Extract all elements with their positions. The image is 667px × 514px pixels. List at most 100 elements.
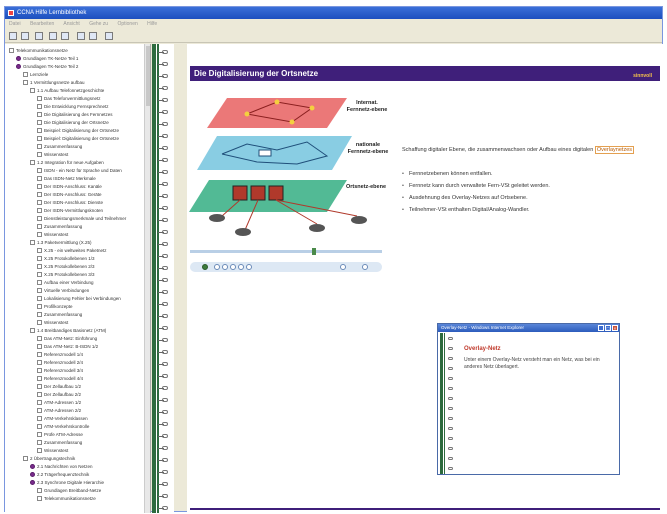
step-button[interactable] xyxy=(246,264,252,270)
tree-item[interactable]: Aufbau einer Verbindung xyxy=(5,279,145,287)
menu-view[interactable]: Ansicht xyxy=(63,21,79,27)
menu-edit[interactable]: Bearbeiten xyxy=(30,21,54,27)
search-icon[interactable] xyxy=(35,32,43,40)
tree-item[interactable]: Die Digitalisierung des Fernnetzes xyxy=(5,111,145,119)
close-icon[interactable]: × xyxy=(612,325,618,331)
tree-item[interactable]: 1 Vermittlungsnetze aufbau xyxy=(5,79,145,87)
tree-item[interactable]: Zusammenfassung xyxy=(5,311,145,319)
tree-item[interactable]: Grundlagen TK-Netze Teil 1 xyxy=(5,55,145,63)
tree-item[interactable]: X.25 Protokollebenen 1/3 xyxy=(5,255,145,263)
tree-item[interactable]: Dienstleistungsmerkmale und Teilnehmer xyxy=(5,215,145,223)
tree-item[interactable]: Das Telefonvermittlungsnetz xyxy=(5,95,145,103)
step-button[interactable] xyxy=(238,264,244,270)
popup-body-text: Unter einem Overlay-Netz versteht man ei… xyxy=(464,357,600,370)
tree-item[interactable]: 1.3 Paketvermittlung (X.25) xyxy=(5,239,145,247)
tree-item-label: Der ISDN-Anschluss: Kanäle xyxy=(44,184,102,189)
tree-item[interactable]: Das ATM-Netz: Einführung xyxy=(5,335,145,343)
tree-item[interactable]: Prüfe ATM-Adresse xyxy=(5,431,145,439)
tree-item[interactable]: Wissenstest xyxy=(5,231,145,239)
tree-item-label: 1.1 Aufbau Telefonnetzgeschichte xyxy=(37,88,105,93)
tree-item[interactable]: Beispiel: Digitalisierung der Ortsnetze xyxy=(5,127,145,135)
tree-item[interactable]: Wissenstest xyxy=(5,319,145,327)
tree-item[interactable]: Das ISDN-Netz Merkmale xyxy=(5,175,145,183)
binder-ring xyxy=(158,374,168,378)
tree-item[interactable]: Wissenstest xyxy=(5,447,145,455)
tree-item[interactable]: Zusammenfassung xyxy=(5,143,145,151)
up-icon[interactable] xyxy=(49,32,57,40)
tree-item[interactable]: Die Entwicklung Fernsprechnetz xyxy=(5,103,145,111)
fullscreen-button[interactable] xyxy=(362,264,368,270)
scrollbar-thumb[interactable] xyxy=(146,46,150,106)
tree-item[interactable]: Telekommunikationsnetze xyxy=(5,495,145,503)
menu-file[interactable]: Datei xyxy=(9,21,21,27)
tree-item[interactable]: 1.2 Integration für neue Aufgaben xyxy=(5,159,145,167)
tree-item[interactable]: X.25 - ein weltweites Paketnetz xyxy=(5,247,145,255)
tree-item[interactable]: 1.4 Breitbandiges Basisnetz (ATM) xyxy=(5,327,145,335)
tree-item-label: Telekommunikationsnetze xyxy=(44,496,96,501)
print-icon[interactable] xyxy=(9,32,17,40)
tree-item[interactable]: Wissenstest xyxy=(5,151,145,159)
tree-item-label: Der Zellaufbau 1/2 xyxy=(44,384,82,389)
play-button[interactable] xyxy=(202,264,208,270)
down-icon[interactable] xyxy=(61,32,69,40)
tree-item-label: X.25 Protokollebenen 2/3 xyxy=(44,264,95,269)
tree-item[interactable]: Der ISDN-Anschluss: Dienste xyxy=(5,199,145,207)
tree-item[interactable]: Der ISDN-Vermittlungsknoten xyxy=(5,207,145,215)
binder-ring xyxy=(158,218,168,222)
tree-item-label: Aufbau einer Verbindung xyxy=(44,280,94,285)
step-button[interactable] xyxy=(230,264,236,270)
menu-goto[interactable]: Gehe zu xyxy=(89,21,108,27)
tree-item[interactable]: Der Zellaufbau 2/2 xyxy=(5,391,145,399)
tree-item[interactable]: X.25 Protokollebenen 2/3 xyxy=(5,263,145,271)
menu-help[interactable]: Hilfe xyxy=(147,21,157,27)
tree-item[interactable]: 2 Übertragungstechnik xyxy=(5,455,145,463)
tree-item[interactable]: Zusammenfassung xyxy=(5,439,145,447)
menu-options[interactable]: Optionen xyxy=(117,21,137,27)
tree-item-label: Der ISDN-Anschluss: Geräte xyxy=(44,192,102,197)
maximize-icon[interactable]: □ xyxy=(605,325,611,331)
step-button[interactable] xyxy=(214,264,220,270)
tree-item[interactable]: Beispiel: Digitalisierung der Ortsnetze xyxy=(5,135,145,143)
tree-item[interactable]: Der ISDN-Anschluss: Geräte xyxy=(5,191,145,199)
tree-item[interactable]: Der ISDN-Anschluss: Kanäle xyxy=(5,183,145,191)
progress-handle[interactable] xyxy=(312,248,317,255)
tree-item[interactable]: ATM-Verkehrsklassen xyxy=(5,415,145,423)
tree-item[interactable]: 2.3 Synchrone Digitale Hierarchie xyxy=(5,479,145,487)
tree-item[interactable]: Telekommunikationsnetze xyxy=(5,47,145,55)
tree-item-label: Wissenstest xyxy=(44,232,69,237)
volume-button[interactable] xyxy=(340,264,346,270)
tree-item[interactable]: Das ATM-Netz: B-ISDN 1/2 xyxy=(5,343,145,351)
page-icon xyxy=(37,248,42,254)
step-button[interactable] xyxy=(222,264,228,270)
tree-item[interactable]: Zusammenfassung xyxy=(5,223,145,231)
forward-icon[interactable] xyxy=(89,32,97,40)
tree-item-label: Referenzmodell 2/4 xyxy=(44,360,84,365)
tree-item[interactable]: Referenzmodell 4/4 xyxy=(5,375,145,383)
tree-item[interactable]: 2.1 Nachrichten von Netzen xyxy=(5,463,145,471)
minimize-icon[interactable]: _ xyxy=(598,325,604,331)
tree-item[interactable]: Grundlagen Breitband-Netze xyxy=(5,487,145,495)
tree-item[interactable]: ATM-Adressen 1/2 xyxy=(5,399,145,407)
tree-item[interactable]: Lokalisierung Fehler bei Verbindungen xyxy=(5,295,145,303)
tree-item[interactable]: Profilkonzepte xyxy=(5,303,145,311)
tree-item[interactable]: 2.2 Trägerfrequenztechnik xyxy=(5,471,145,479)
tree-item[interactable]: Der Zellaufbau 1/2 xyxy=(5,383,145,391)
tree-item[interactable]: X.25 Protokollebenen 3/3 xyxy=(5,271,145,279)
tree-item[interactable]: ATM-Verkehrskontrolle xyxy=(5,423,145,431)
animation-progress[interactable] xyxy=(190,248,382,255)
tree-item[interactable]: Virtuelle Verbindungen xyxy=(5,287,145,295)
tree-item[interactable]: Grundlagen TK-Netze Teil 2 xyxy=(5,63,145,71)
back-icon[interactable] xyxy=(77,32,85,40)
tree-item[interactable]: Die Digitalisierung der Ortsnetze xyxy=(5,119,145,127)
tree-item[interactable]: ISDN - ein Netz für Sprache und Daten xyxy=(5,167,145,175)
tree-item[interactable]: Lernziele xyxy=(5,71,145,79)
tree-item[interactable]: ATM-Adressen 2/2 xyxy=(5,407,145,415)
tree-item[interactable]: Referenzmodell 3/4 xyxy=(5,367,145,375)
home-icon[interactable] xyxy=(105,32,113,40)
tree-item[interactable]: Referenzmodell 1/4 xyxy=(5,351,145,359)
tree-item[interactable]: Referenzmodell 2/4 xyxy=(5,359,145,367)
popup-binder-strip xyxy=(440,333,458,474)
save-icon[interactable] xyxy=(21,32,29,40)
overlay-link[interactable]: Overlaynetzes xyxy=(594,146,634,154)
tree-item[interactable]: 1.1 Aufbau Telefonnetzgeschichte xyxy=(5,87,145,95)
